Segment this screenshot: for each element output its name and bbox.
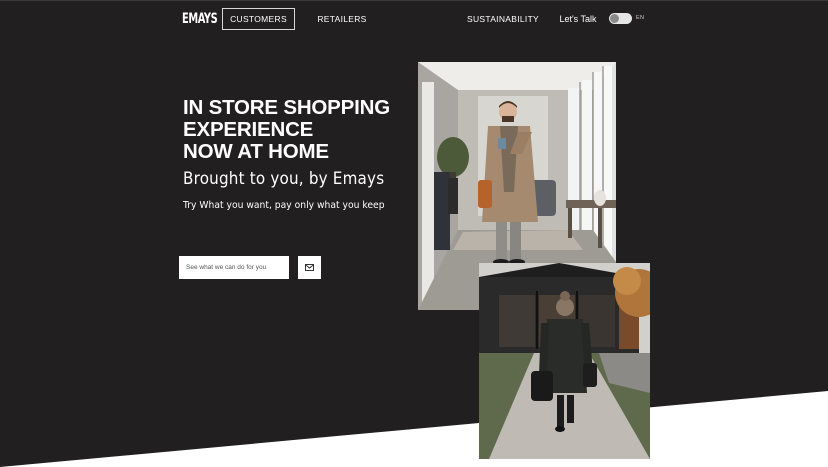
nav-sustainability-link[interactable]: SUSTAINABILITY bbox=[467, 8, 539, 30]
language-label: EN bbox=[636, 15, 645, 21]
nav-lets-talk-link[interactable]: Let's Talk bbox=[556, 8, 600, 30]
hero-title-line: NOW AT HOME bbox=[183, 140, 329, 163]
contact-email-input[interactable] bbox=[179, 256, 289, 279]
top-border bbox=[0, 0, 828, 1]
nav-retailers-link[interactable]: RETAILERS bbox=[316, 8, 368, 30]
bottom-slant-shape bbox=[0, 391, 828, 467]
hero-subtitle: Brought to you, by Emays bbox=[183, 169, 385, 188]
hero-tagline: Try What you want, pay only what you kee… bbox=[183, 200, 385, 211]
toggle-knob bbox=[610, 14, 619, 23]
hero-title-line: IN STORE SHOPPING bbox=[183, 96, 390, 119]
nav-customers-button[interactable]: CUSTOMERS bbox=[222, 8, 295, 30]
woman-walking-photo bbox=[479, 263, 650, 459]
language-toggle[interactable] bbox=[609, 13, 632, 24]
hero-title: IN STORE SHOPPING EXPERIENCE NOW AT HOME bbox=[183, 97, 390, 163]
mail-icon bbox=[305, 264, 314, 271]
contact-submit-button[interactable] bbox=[298, 256, 321, 279]
hero-title-line: EXPERIENCE bbox=[183, 118, 314, 141]
emays-logo[interactable]: EMAYS bbox=[182, 11, 218, 27]
